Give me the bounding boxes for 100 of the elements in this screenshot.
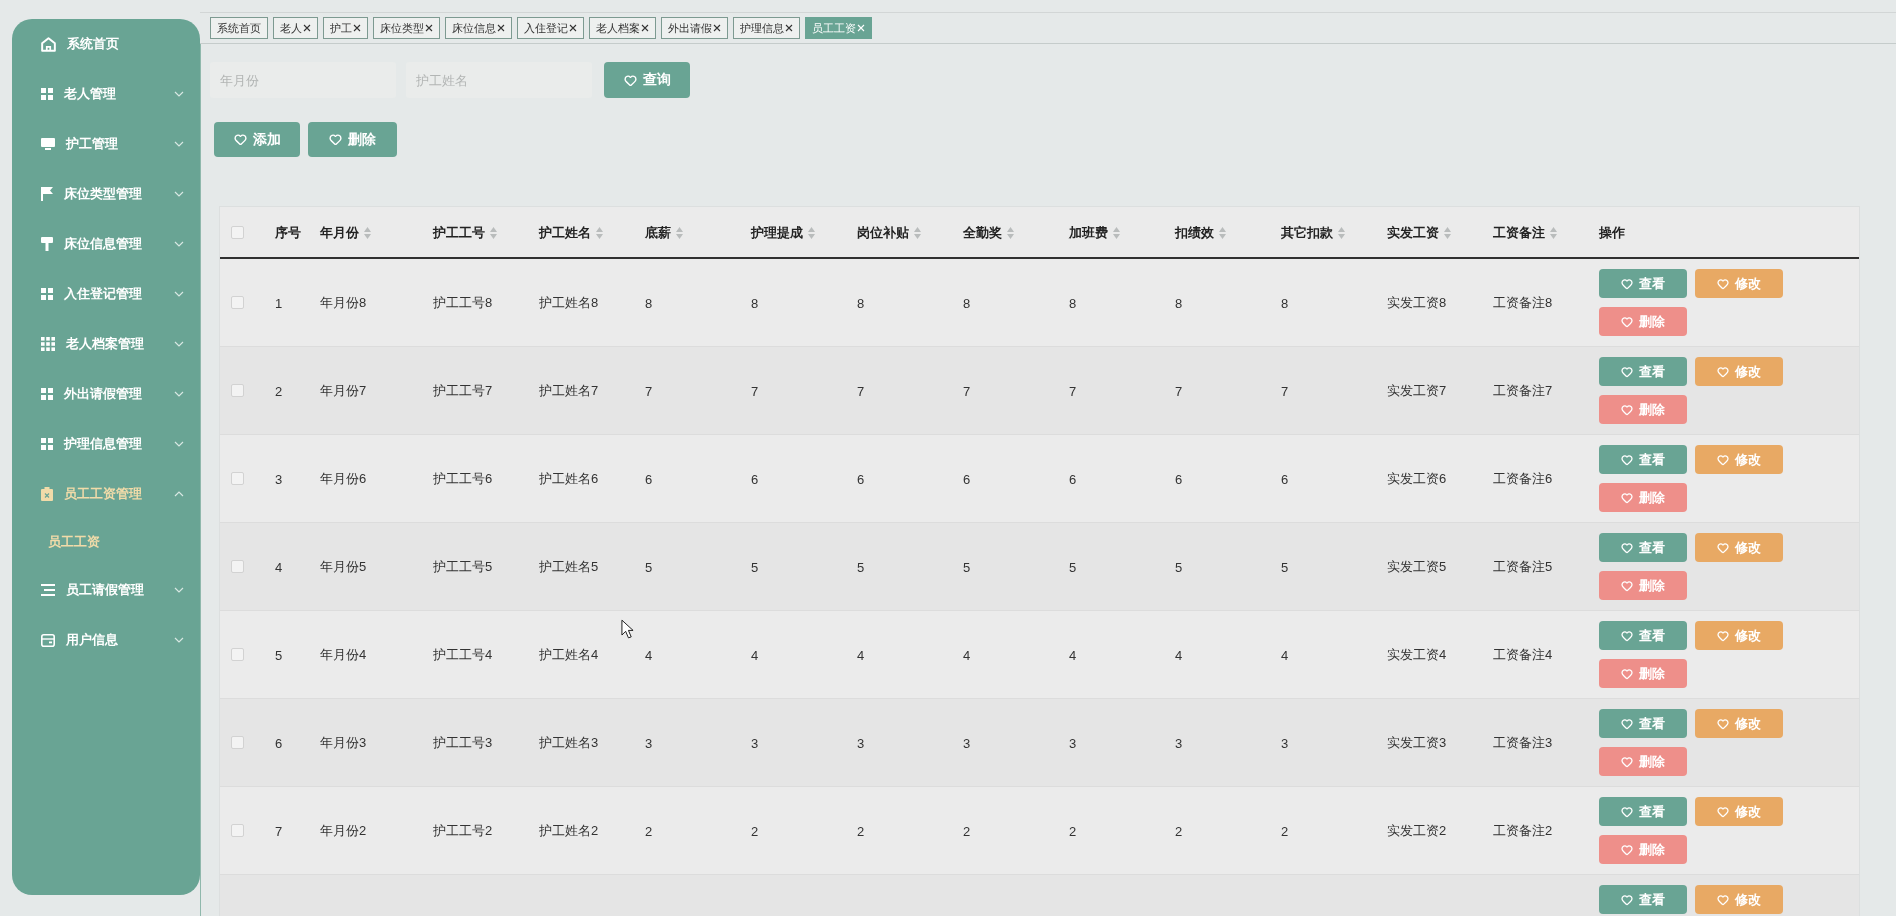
cell-text: 护工姓名8	[539, 295, 599, 310]
column-header[interactable]: 其它扣款	[1281, 223, 1345, 242]
close-icon[interactable]	[569, 24, 577, 32]
tab[interactable]: 外出请假	[661, 17, 728, 39]
sort-icon[interactable]	[364, 226, 371, 239]
delete-button[interactable]: 删除	[1599, 747, 1687, 776]
row-checkbox[interactable]	[231, 560, 244, 573]
row-checkbox[interactable]	[231, 296, 244, 309]
tab[interactable]: 老人档案	[589, 17, 656, 39]
tab[interactable]: 入住登记	[517, 17, 584, 39]
edit-button[interactable]: 修改	[1695, 621, 1783, 650]
close-icon[interactable]	[641, 24, 649, 32]
view-button[interactable]: 查看	[1599, 621, 1687, 650]
column-header[interactable]: 实发工资	[1387, 223, 1451, 242]
delete-button[interactable]: 删除	[1599, 307, 1687, 336]
column-header[interactable]: 全勤奖	[963, 223, 1014, 242]
column-header[interactable]: 工资备注	[1493, 223, 1557, 242]
delete-button[interactable]: 删除	[308, 122, 397, 157]
search-button[interactable]: 查询	[604, 62, 690, 98]
sort-icon[interactable]	[1338, 226, 1345, 239]
add-button[interactable]: 添加	[214, 122, 300, 157]
heart-icon	[1717, 453, 1729, 466]
tab[interactable]: 床位信息	[445, 17, 512, 39]
tab[interactable]: 员工工资	[805, 17, 872, 39]
edit-button[interactable]: 修改	[1695, 269, 1783, 298]
delete-button[interactable]: 删除	[1599, 395, 1687, 424]
cell-text: 护工工号6	[433, 471, 493, 486]
sidebar-item[interactable]: 护理信息管理	[12, 419, 200, 469]
grid-icon	[41, 438, 53, 450]
sort-icon[interactable]	[676, 226, 683, 239]
row-checkbox[interactable]	[231, 736, 244, 749]
close-icon[interactable]	[785, 24, 793, 32]
column-header[interactable]: 护工姓名	[539, 223, 603, 242]
row-checkbox[interactable]	[231, 648, 244, 661]
sidebar-item[interactable]: 外出请假管理	[12, 369, 200, 419]
sidebar-item[interactable]: 用户信息	[12, 615, 200, 665]
close-icon[interactable]	[303, 24, 311, 32]
column-header[interactable]: 年月份	[320, 223, 371, 242]
close-icon[interactable]	[713, 24, 721, 32]
tab[interactable]: 老人	[273, 17, 318, 39]
heart-icon	[1717, 893, 1729, 906]
edit-button[interactable]: 修改	[1695, 797, 1783, 826]
tab[interactable]: 护工	[323, 17, 368, 39]
sort-icon[interactable]	[1219, 226, 1226, 239]
edit-button[interactable]: 修改	[1695, 533, 1783, 562]
tab[interactable]: 系统首页	[210, 17, 268, 39]
tab[interactable]: 护理信息	[733, 17, 800, 39]
view-button[interactable]: 查看	[1599, 797, 1687, 826]
close-icon[interactable]	[425, 24, 433, 32]
sort-icon[interactable]	[1007, 226, 1014, 239]
view-button[interactable]: 查看	[1599, 533, 1687, 562]
clipboard-icon	[41, 487, 53, 501]
column-header[interactable]: 加班费	[1069, 223, 1120, 242]
sort-icon[interactable]	[1113, 226, 1120, 239]
sort-icon[interactable]	[914, 226, 921, 239]
sidebar-item[interactable]: 护工管理	[12, 119, 200, 169]
view-button[interactable]: 查看	[1599, 885, 1687, 914]
cell-text: 实发工资7	[1387, 383, 1447, 398]
sort-icon[interactable]	[1550, 226, 1557, 239]
close-icon[interactable]	[497, 24, 505, 32]
edit-button[interactable]: 修改	[1695, 445, 1783, 474]
view-button[interactable]: 查看	[1599, 357, 1687, 386]
view-button[interactable]: 查看	[1599, 269, 1687, 298]
sidebar-item[interactable]: 床位信息管理	[12, 219, 200, 269]
delete-button[interactable]: 删除	[1599, 659, 1687, 688]
edit-button[interactable]: 修改	[1695, 709, 1783, 738]
delete-button[interactable]: 删除	[1599, 835, 1687, 864]
delete-button[interactable]: 删除	[1599, 483, 1687, 512]
edit-button[interactable]: 修改	[1695, 885, 1783, 914]
sort-icon[interactable]	[808, 226, 815, 239]
column-header[interactable]: 岗位补贴	[857, 223, 921, 242]
sidebar-item[interactable]: 系统首页	[12, 19, 200, 69]
heart-icon	[1621, 805, 1633, 818]
column-header[interactable]: 护理提成	[751, 223, 815, 242]
sidebar-item[interactable]: 老人管理	[12, 69, 200, 119]
sidebar-item[interactable]: 员工工资管理	[12, 469, 200, 519]
tab[interactable]: 床位类型	[373, 17, 440, 39]
cell-text: 6	[645, 471, 653, 487]
row-checkbox[interactable]	[231, 824, 244, 837]
column-header[interactable]: 扣绩效	[1175, 223, 1226, 242]
edit-button[interactable]: 修改	[1695, 357, 1783, 386]
column-header[interactable]: 底薪	[645, 223, 683, 242]
sidebar-item[interactable]: 床位类型管理	[12, 169, 200, 219]
view-button[interactable]: 查看	[1599, 709, 1687, 738]
column-header[interactable]: 护工工号	[433, 223, 497, 242]
view-button[interactable]: 查看	[1599, 445, 1687, 474]
close-icon[interactable]	[353, 24, 361, 32]
row-checkbox[interactable]	[231, 384, 244, 397]
sidebar-item[interactable]: 老人档案管理	[12, 319, 200, 369]
sort-icon[interactable]	[596, 226, 603, 239]
row-checkbox[interactable]	[231, 472, 244, 485]
heart-icon	[1717, 277, 1729, 290]
sidebar-item[interactable]: 入住登记管理	[12, 269, 200, 319]
sort-icon[interactable]	[1444, 226, 1451, 239]
delete-button[interactable]: 删除	[1599, 571, 1687, 600]
cell-text: 2	[645, 823, 653, 839]
sidebar-subitem[interactable]: 员工工资	[12, 519, 200, 565]
sidebar-item[interactable]: 员工请假管理	[12, 565, 200, 615]
sort-icon[interactable]	[490, 226, 497, 239]
select-all-checkbox[interactable]	[231, 225, 244, 239]
